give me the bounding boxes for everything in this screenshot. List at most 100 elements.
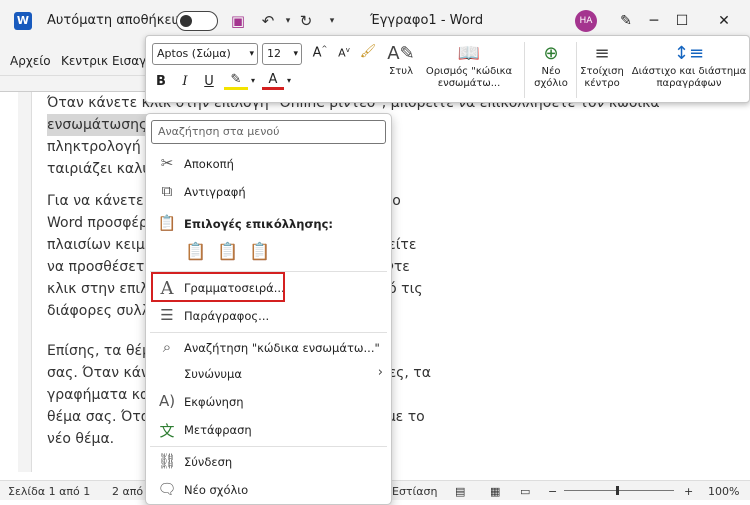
document-title: Έγγραφο1 - Word	[370, 13, 484, 28]
ribbon-display-icon[interactable]: ✎	[614, 10, 638, 32]
underline-button[interactable]: U	[200, 74, 218, 89]
menu-item-label: Μετάφραση	[184, 423, 252, 437]
new-comment-line1: Νέο	[541, 66, 561, 77]
line-spacing-button[interactable]: ↕≡ Διάστιχο και διάστημα παραγράφων	[630, 42, 748, 90]
separator	[576, 42, 577, 98]
styles-icon: A✎	[387, 43, 415, 64]
minimize-icon[interactable]: ─	[642, 10, 666, 32]
chevron-down-icon[interactable]: ▾	[248, 76, 258, 85]
menu-item-read-aloud[interactable]: A) Εκφώνηση	[146, 388, 391, 416]
tab-file[interactable]: Αρχείο	[10, 54, 51, 68]
menu-item-label: Αποκοπή	[184, 157, 234, 171]
spacing-label-line1: Διάστιχο και διάστημα	[631, 66, 747, 77]
chevron-down-icon[interactable]: ▾	[293, 44, 298, 64]
context-menu: Αναζήτηση στα μενού ✂ Αποκοπή ⧉ Αντιγραφ…	[145, 113, 392, 505]
center-label-line1: Στοίχιση	[580, 66, 624, 77]
font-color-icon[interactable]: A	[262, 72, 284, 90]
styles-label: Στυλ	[388, 66, 414, 77]
read-mode-icon[interactable]: ▤	[455, 485, 465, 498]
focus-button[interactable]: Εστίαση	[392, 485, 437, 498]
paste-icons-row: 📋 📋 📋	[184, 242, 284, 266]
grow-font-button[interactable]: A^	[310, 45, 330, 60]
undo-dropdown-icon[interactable]: ▾	[278, 11, 298, 31]
menu-item-label: Εκφώνηση	[184, 395, 244, 409]
paste-merge-formatting-icon[interactable]: 📋	[216, 242, 240, 266]
menu-item-label: Αντιγραφή	[184, 185, 246, 199]
grow-font-icon: A	[312, 45, 322, 61]
format-painter-icon[interactable]: 🖌	[358, 44, 378, 59]
zoom-slider-thumb[interactable]	[616, 486, 619, 495]
chevron-down-icon[interactable]: ▾	[284, 76, 294, 85]
copy-icon: ⧉	[161, 182, 173, 200]
close-icon[interactable]: ✕	[712, 10, 736, 32]
new-comment-button[interactable]: ⊕ Νέο σχόλιο	[530, 42, 572, 90]
avatar[interactable]: HA	[575, 10, 597, 32]
zoom-slider[interactable]	[564, 490, 674, 491]
tab-home[interactable]: Κεντρικ	[61, 54, 108, 68]
font-size-combo[interactable]: 12 ▾	[262, 43, 302, 65]
paste-keep-source-icon[interactable]: 📋	[184, 242, 208, 266]
menu-item-cut[interactable]: ✂ Αποκοπή	[146, 150, 391, 178]
search-icon: ⌕	[162, 338, 172, 356]
vertical-ruler	[18, 92, 32, 472]
shrink-font-icon: A	[338, 46, 346, 60]
menu-item-search[interactable]: ⌕ Αναζήτηση "κώδικα ενσωμάτω..."	[146, 334, 391, 362]
undo-icon[interactable]: ↶	[258, 11, 278, 31]
clipboard-icon: 📋	[157, 214, 177, 232]
autosave-toggle[interactable]	[176, 11, 218, 31]
menu-item-copy[interactable]: ⧉ Αντιγραφή	[146, 178, 391, 206]
shrink-font-button[interactable]: Av	[334, 46, 354, 60]
paste-text-only-icon[interactable]: 📋	[248, 242, 272, 266]
menu-item-paragraph[interactable]: ☰ Παράγραφος...	[146, 302, 391, 330]
define-label-line1: Ορισμός "κώδικα	[425, 66, 513, 77]
read-aloud-icon: A)	[158, 392, 176, 410]
menu-item-link[interactable]: ⛓ Σύνδεση	[146, 448, 391, 476]
line-spacing-icon: ↕≡	[673, 43, 705, 64]
spacing-label-line2: παραγράφων	[656, 78, 722, 89]
separator	[524, 42, 525, 98]
chevron-down-icon[interactable]: ▾	[249, 44, 254, 64]
autosave-label: Αυτόματη αποθήκευση	[47, 13, 196, 28]
menu-item-paste-options: 📋 Επιλογές επικόλλησης:	[146, 210, 391, 238]
comment-icon: 🗨	[157, 480, 177, 498]
bold-button[interactable]: B	[152, 74, 170, 89]
menu-item-translate[interactable]: 文 Μετάφραση	[146, 416, 391, 444]
styles-button[interactable]: A✎ Στυλ	[384, 42, 418, 78]
maximize-icon[interactable]: ☐	[670, 10, 694, 32]
zoom-out-icon[interactable]: −	[548, 485, 557, 498]
mini-toolbar: Aptos (Σώμα) ▾ 12 ▾ A^ Av 🖌 B I U ✎ ▾ A ▾ …	[145, 35, 750, 103]
highlight-color-icon[interactable]: ✎	[224, 72, 248, 90]
font-name-combo[interactable]: Aptos (Σώμα) ▾	[152, 43, 258, 65]
tab-insert[interactable]: Εισαγ	[112, 54, 146, 68]
menu-item-synonyms[interactable]: Συνώνυμα ›	[146, 360, 391, 388]
define-button[interactable]: 📖 Ορισμός "κώδικα ενσωμάτω...	[418, 42, 520, 90]
web-layout-icon[interactable]: ▭	[520, 485, 530, 498]
define-label-line2: ενσωμάτω...	[437, 78, 501, 89]
page-count[interactable]: Σελίδα 1 από 1	[8, 485, 90, 498]
font-name-value: Aptos (Σώμα)	[157, 47, 231, 60]
font-item-highlight-box	[151, 272, 285, 302]
paragraph-icon: ☰	[160, 306, 174, 324]
new-comment-icon: ⊕	[543, 43, 559, 64]
menu-item-label: Συνώνυμα	[184, 367, 242, 381]
redo-icon[interactable]: ↻	[296, 11, 316, 31]
menu-item-label: Σύνδεση	[184, 455, 233, 469]
font-size-value: 12	[267, 47, 281, 60]
center-align-icon: ≡	[594, 43, 610, 64]
italic-button[interactable]: I	[176, 74, 194, 89]
chevron-right-icon: ›	[377, 365, 383, 380]
save-icon[interactable]: ▣	[228, 11, 248, 31]
menu-item-label: Αναζήτηση "κώδικα ενσωμάτω..."	[184, 341, 380, 355]
link-icon: ⛓	[157, 452, 177, 470]
customize-toolbar-icon[interactable]: ▾	[322, 11, 342, 31]
print-layout-icon[interactable]: ▦	[490, 485, 500, 498]
menu-search-input[interactable]: Αναζήτηση στα μενού	[151, 120, 386, 144]
new-comment-line2: σχόλιο	[534, 78, 568, 89]
toggle-knob	[180, 15, 192, 27]
menu-item-label: Επιλογές επικόλλησης:	[184, 217, 334, 231]
separator	[150, 332, 387, 333]
zoom-in-icon[interactable]: +	[684, 485, 693, 498]
center-align-button[interactable]: ≡ Στοίχιση κέντρο	[578, 42, 626, 90]
word-icon: W	[14, 12, 32, 30]
zoom-level[interactable]: 100%	[708, 485, 739, 498]
